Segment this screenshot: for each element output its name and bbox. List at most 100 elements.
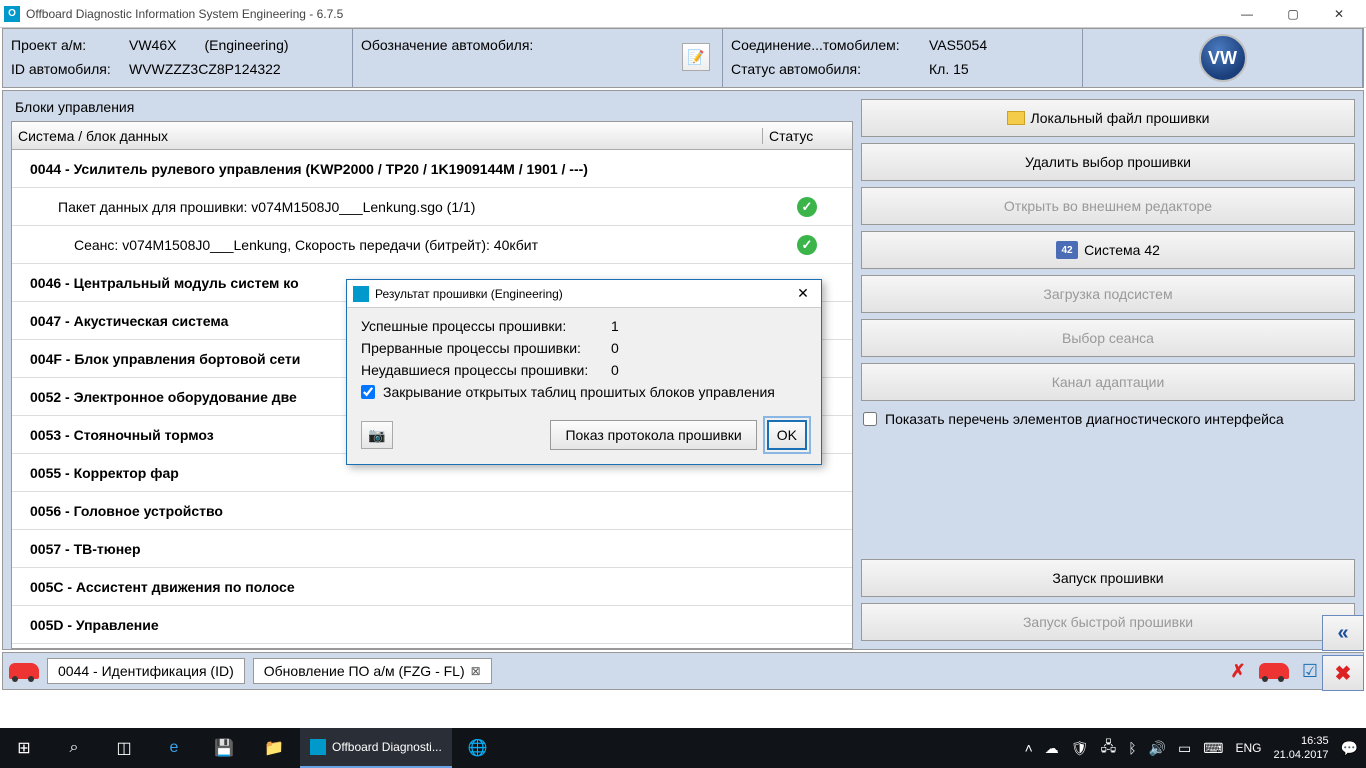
save-icon[interactable]: 💾 [200,728,248,768]
local-firmware-button[interactable]: Локальный файл прошивки [861,99,1355,137]
header-connection: Соединение...томобилем:VAS5054 Статус ав… [723,29,1083,87]
aborted-label: Прерванные процессы прошивки: [361,340,611,356]
dialog-footer: 📷 Показ протокола прошивки OK [347,410,821,464]
vehicle-id-label: ID автомобиля: [11,57,121,81]
bottom-tabs: 0044 - Идентификация (ID) Обновление ПО … [2,652,1364,690]
close-tables-checkbox[interactable] [361,385,375,399]
vehicle-icon[interactable] [9,663,39,679]
open-external-label: Открыть во внешнем редакторе [1004,198,1212,214]
language-indicator[interactable]: ENG [1235,741,1261,755]
onedrive-icon[interactable]: ☁ [1045,740,1059,757]
check-icon: ✓ [797,235,817,255]
show-diag-row: Показать перечень элементов диагностичес… [861,411,1355,427]
defender-icon[interactable]: 🛡 [1071,740,1089,757]
vehicle-desig-label: Обозначение автомобиля: [361,33,533,57]
connection-value: VAS5054 [929,33,987,57]
load-subsystems-button[interactable]: Загрузка подсистем [861,275,1355,313]
side-float: « ✖ [1322,615,1364,691]
vehicle-icon-2[interactable] [1259,663,1289,679]
clock[interactable]: 16:35 21.04.2017 [1274,734,1329,762]
project-value: VW46X [129,33,176,57]
header-logo: VW [1083,29,1363,87]
network-icon[interactable]: 🖧 [1101,736,1117,760]
explorer-icon[interactable]: 📁 [250,728,298,768]
table-row[interactable]: 0044 - Усилитель рулевого управления (KW… [12,150,852,188]
taskbar-app-2[interactable]: 🌐 [454,728,502,768]
start-button[interactable]: ⊞ [0,728,48,768]
taskbar-app-odis[interactable]: Offboard Diagnosti... [300,728,452,768]
row-text: Пакет данных для прошивки: v074M1508J0__… [12,199,762,215]
vw-logo-icon: VW [1199,34,1247,82]
close-tables-row: Закрывание открытых таблиц прошитых блок… [361,384,807,400]
tab-update-label: Обновление ПО а/м (FZG - FL) [264,663,465,679]
dialog-close-button[interactable]: ✕ [791,285,815,302]
row-text: 005C - Ассистент движения по полосе [12,579,762,595]
start-firmware-label: Запуск прошивки [1052,570,1163,586]
table-row[interactable]: 005C - Ассистент движения по полосе [12,568,852,606]
adapt-channel-label: Канал адаптации [1052,374,1165,390]
start-fast-firmware-button[interactable]: Запуск быстрой прошивки [861,603,1355,641]
row-text: 0055 - Корректор фар [12,465,762,481]
tab-update[interactable]: Обновление ПО а/м (FZG - FL) ⊠ [253,658,492,684]
taskbar-right: ˄ ☁ 🛡 🖧 ᛒ 🔊 ▭ ⌨ ENG 16:35 21.04.2017 💬 [1025,734,1366,762]
load-subsystems-label: Загрузка подсистем [1043,286,1172,302]
row-text: 0057 - ТВ-тюнер [12,541,762,557]
table-row[interactable]: 005D - Управление [12,606,852,644]
row-text: Сеанс: v074M1508J0___Lenkung, Скорость п… [12,237,762,253]
back-button[interactable]: « [1322,615,1364,651]
vehicle-status-label: Статус автомобиля: [731,57,921,81]
tab-identification-label: 0044 - Идентификация (ID) [58,663,234,679]
folder-icon [1007,111,1025,125]
tab-close-icon[interactable]: ⊠ [471,664,481,678]
bluetooth-icon[interactable]: ᛒ [1128,740,1136,756]
table-row[interactable]: Сеанс: v074M1508J0___Lenkung, Скорость п… [12,226,852,264]
section-title: Блоки управления [11,99,857,115]
table-row[interactable]: 0057 - ТВ-тюнер [12,530,852,568]
app-icon: O [4,6,20,22]
table-header: Система / блок данных Статус [12,122,852,150]
search-icon[interactable]: ⌕ [50,728,98,768]
volume-icon[interactable]: 🔊 [1149,740,1166,757]
battery-icon[interactable]: ▭ [1178,740,1191,757]
taskbar-app-label: Offboard Diagnosti... [332,740,442,754]
dialog-title: Результат прошивки (Engineering) [375,287,791,301]
result-dialog: Результат прошивки (Engineering) ✕ Успеш… [346,279,822,465]
adapt-channel-button[interactable]: Канал адаптации [861,363,1355,401]
header-vehicle-desig: Обозначение автомобиля: 📝 [353,29,723,87]
close-button[interactable]: ✕ [1316,0,1362,28]
col-system[interactable]: Система / блок данных [12,128,762,144]
delete-selection-button[interactable]: Удалить выбор прошивки [861,143,1355,181]
col-status[interactable]: Статус [762,128,852,144]
delete-icon[interactable]: ✗ [1225,659,1251,683]
edge-icon[interactable]: e [150,728,198,768]
maximize-button[interactable]: ▢ [1270,0,1316,28]
screenshot-button[interactable]: 📷 [361,421,393,449]
window-title: Offboard Diagnostic Information System E… [26,7,1224,21]
session-select-button[interactable]: Выбор сеанса [861,319,1355,357]
vehicle-status-value: Кл. 15 [929,57,969,81]
tray-up-icon[interactable]: ˄ [1025,740,1033,756]
system42-icon: 42 [1056,241,1078,259]
show-diag-checkbox[interactable] [863,412,877,426]
notifications-icon[interactable]: 💬 [1341,740,1358,757]
taskview-icon[interactable]: ◫ [100,728,148,768]
checklist-icon[interactable]: ☑ [1297,659,1323,683]
cancel-button[interactable]: ✖ [1322,655,1364,691]
session-select-label: Выбор сеанса [1062,330,1154,346]
keyboard-icon[interactable]: ⌨ [1203,740,1223,757]
minimize-button[interactable]: — [1224,0,1270,28]
success-label: Успешные процессы прошивки: [361,318,611,334]
system42-button[interactable]: 42Система 42 [861,231,1355,269]
note-icon[interactable]: 📝 [682,43,710,71]
show-protocol-button[interactable]: Показ протокола прошивки [550,420,756,450]
success-value: 1 [611,318,619,334]
open-external-button[interactable]: Открыть во внешнем редакторе [861,187,1355,225]
row-text: 0056 - Головное устройство [12,503,762,519]
tab-identification[interactable]: 0044 - Идентификация (ID) [47,658,245,684]
vehicle-id-value: WVWZZZ3CZ8P124322 [129,57,281,81]
table-row[interactable]: 0056 - Головное устройство [12,492,852,530]
start-firmware-button[interactable]: Запуск прошивки [861,559,1355,597]
table-row[interactable]: Пакет данных для прошивки: v074M1508J0__… [12,188,852,226]
info-header: Проект а/м:VW46X(Engineering) ID автомоб… [2,28,1364,88]
ok-button[interactable]: OK [767,420,807,450]
